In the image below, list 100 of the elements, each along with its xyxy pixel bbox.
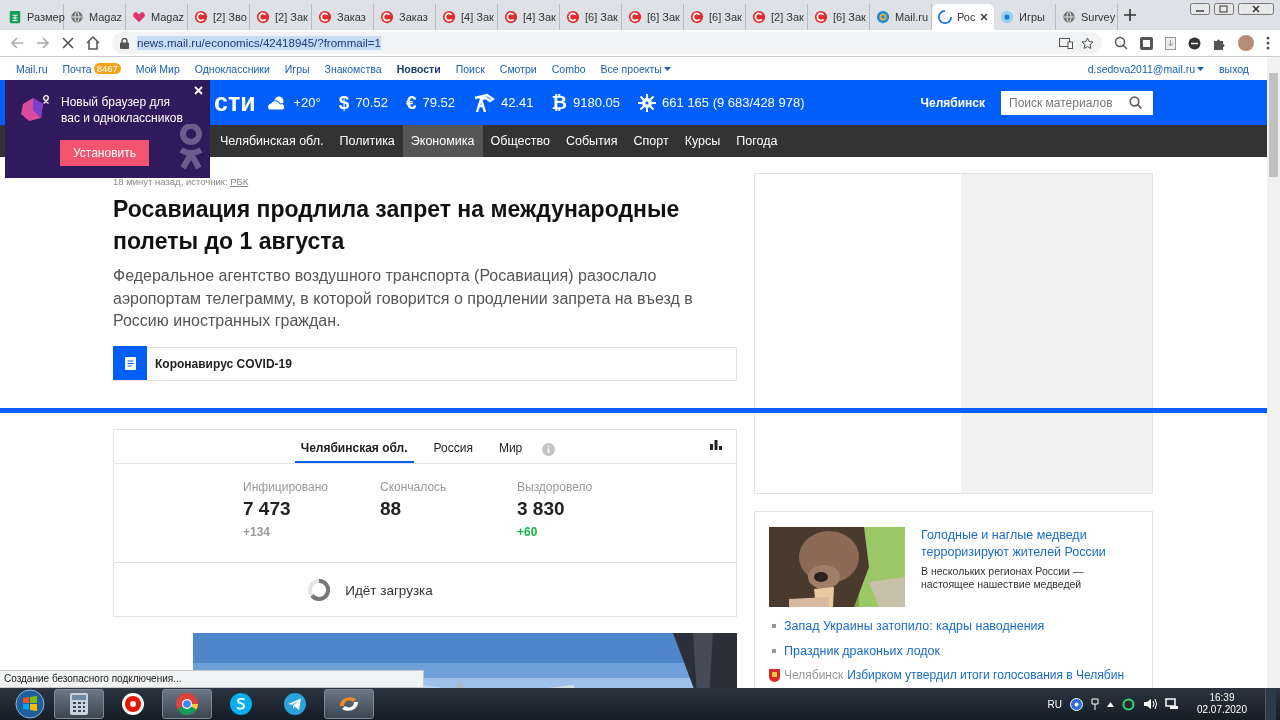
avatar[interactable] xyxy=(1238,35,1254,51)
indicator-value[interactable]: 70.52 xyxy=(355,95,388,110)
city-link[interactable]: Челябинск xyxy=(920,95,985,110)
user-email-link[interactable]: d.sedova2011@mail.ru xyxy=(1087,62,1204,75)
taskbar-app[interactable] xyxy=(324,689,374,719)
portal-link[interactable]: Почта 8467 xyxy=(62,62,121,75)
nav-item[interactable]: Общество xyxy=(482,125,558,157)
nav-item[interactable]: Курсы xyxy=(676,125,729,157)
tab-favicon-icon xyxy=(1062,10,1076,24)
search-field[interactable]: Поиск материалов xyxy=(1001,90,1153,115)
indicator-value[interactable]: +20° xyxy=(293,95,321,110)
tab-favicon-icon xyxy=(442,10,456,24)
calculator-icon xyxy=(69,692,89,716)
tab-favicon-icon xyxy=(194,10,208,24)
scrollbar[interactable] xyxy=(1267,57,1280,689)
clock-date[interactable]: 02.07.2020 xyxy=(1196,704,1247,716)
nav-item[interactable]: Погода xyxy=(728,125,786,157)
language-indicator[interactable]: RU xyxy=(1047,698,1062,710)
stat-delta: +134 xyxy=(243,524,272,539)
unread-count: 8467 xyxy=(93,63,121,74)
nav-item[interactable]: Челябинская обл. xyxy=(212,125,332,157)
topic-label[interactable]: Коронавирус COVID-19 xyxy=(155,356,292,371)
article-lead: Федеральное агентство воздушного транспорта (Росавиация) разослало аэропортам телеграмму, в которой говорится о продлении запрета на въезд в Россию иностранных граждан. xyxy=(113,266,694,331)
minimize-icon[interactable] xyxy=(1190,3,1210,15)
lock-icon xyxy=(120,37,129,49)
indicator-value[interactable]: 42.41 xyxy=(501,95,534,110)
article-title: Росавиация продлила запрет на международные полеты до 1 августа xyxy=(113,195,681,256)
news-link[interactable]: Избирком утвердил итоги голосования в Челябин xyxy=(847,668,1125,682)
install-icon[interactable] xyxy=(1059,37,1073,49)
headline-link[interactable]: Голодные и наглые медведи терроризируют жителей России xyxy=(921,527,1138,561)
news-link[interactable]: Праздник драконьих лодок xyxy=(784,643,941,658)
portal-link[interactable]: Мой Мир xyxy=(135,62,180,75)
search-icon[interactable] xyxy=(1129,96,1142,109)
portal-link[interactable]: Знакомства xyxy=(324,62,382,75)
taskbar-app[interactable] xyxy=(54,689,104,719)
close-icon[interactable] xyxy=(980,13,989,21)
address-bar[interactable]: news.mail.ru/economics/42418945/?frommail=1 xyxy=(112,32,1102,54)
tab-favicon-icon xyxy=(380,10,394,24)
currency-symbol: € xyxy=(405,91,417,114)
nav-item[interactable]: Политика xyxy=(331,125,403,157)
stat-label: Выздоровело xyxy=(517,479,594,494)
help-icon[interactable] xyxy=(1069,697,1083,711)
stat-value: 7 473 xyxy=(243,497,292,520)
menu-icon[interactable] xyxy=(1266,36,1270,50)
home-icon[interactable] xyxy=(86,36,100,50)
close-icon[interactable] xyxy=(1238,3,1274,15)
oil-pump-icon xyxy=(473,92,496,113)
browser-tab[interactable]: Рос xyxy=(932,4,994,30)
stop-icon[interactable] xyxy=(62,37,74,49)
news-link[interactable]: Запад Украины затопило: кадры наводнения xyxy=(784,618,1045,633)
volume-icon[interactable] xyxy=(1142,698,1157,710)
scrollbar-thumb[interactable] xyxy=(1269,73,1278,177)
indicator-value[interactable]: 661 165 (9 683/428 978) xyxy=(662,95,805,110)
nav-item[interactable]: Спорт xyxy=(625,125,677,157)
topic-tag[interactable]: Коронавирус COVID-19 xyxy=(113,346,737,381)
portal-link[interactable]: Смотри xyxy=(499,62,537,75)
region-tab[interactable]: Челябинская обл. xyxy=(294,440,414,463)
portal-link[interactable]: Все проекты xyxy=(600,62,671,75)
indicator-value[interactable]: 79.52 xyxy=(422,95,456,110)
tab-favicon-icon xyxy=(504,10,518,24)
logout-link[interactable]: выход xyxy=(1219,62,1249,75)
restore-icon[interactable] xyxy=(1214,3,1234,15)
tab-favicon-icon xyxy=(566,10,580,24)
site-logo[interactable]: сти xyxy=(214,88,256,117)
nav-item[interactable]: Экономика xyxy=(402,125,483,157)
source-link[interactable]: РБК xyxy=(230,176,249,187)
tab-favicon-icon xyxy=(318,10,332,24)
new-tab-icon[interactable] xyxy=(1124,9,1136,21)
tab-favicon-icon xyxy=(938,10,952,24)
region-tab[interactable]: Мир xyxy=(492,440,529,463)
extension-icon[interactable] xyxy=(1114,36,1128,50)
status-ring-icon[interactable] xyxy=(1121,697,1135,711)
portal-link[interactable]: Игры xyxy=(284,62,310,75)
caret-icon[interactable] xyxy=(1106,701,1114,707)
extension-icon[interactable] xyxy=(1140,36,1153,50)
portal-link[interactable]: Одноклассники xyxy=(194,62,270,75)
bar-chart-icon[interactable] xyxy=(710,439,722,450)
network-icon[interactable] xyxy=(1164,698,1179,710)
star-icon[interactable] xyxy=(1081,36,1094,50)
weather-icon xyxy=(265,94,288,111)
extension-icon[interactable] xyxy=(1188,36,1201,50)
portal-link[interactable]: Combo xyxy=(551,62,586,75)
nav-item[interactable]: События xyxy=(557,125,626,157)
clock-time[interactable]: 16:39 xyxy=(1196,692,1247,704)
stat-label: Скончалось xyxy=(380,479,448,494)
tab-favicon-icon xyxy=(256,10,270,24)
indicator-value[interactable]: 9180.05 xyxy=(573,95,621,110)
start-icon[interactable] xyxy=(15,689,45,719)
portal-link[interactable]: Mail.ru xyxy=(16,62,48,75)
portal-link[interactable]: Поиск xyxy=(455,62,485,75)
taskbar-app[interactable] xyxy=(162,689,212,719)
tab-favicon-icon xyxy=(1000,10,1014,24)
paper-plane-icon xyxy=(283,692,307,716)
region-tab[interactable]: Россия xyxy=(427,440,479,463)
stat-delta: +60 xyxy=(517,524,539,539)
loading-text: Идёт загрузка xyxy=(345,582,433,598)
tab-favicon-icon xyxy=(8,10,22,24)
tab-favicon-icon xyxy=(814,10,828,24)
portal-link[interactable]: Новости xyxy=(396,62,441,75)
tab-favicon-icon xyxy=(132,10,146,24)
